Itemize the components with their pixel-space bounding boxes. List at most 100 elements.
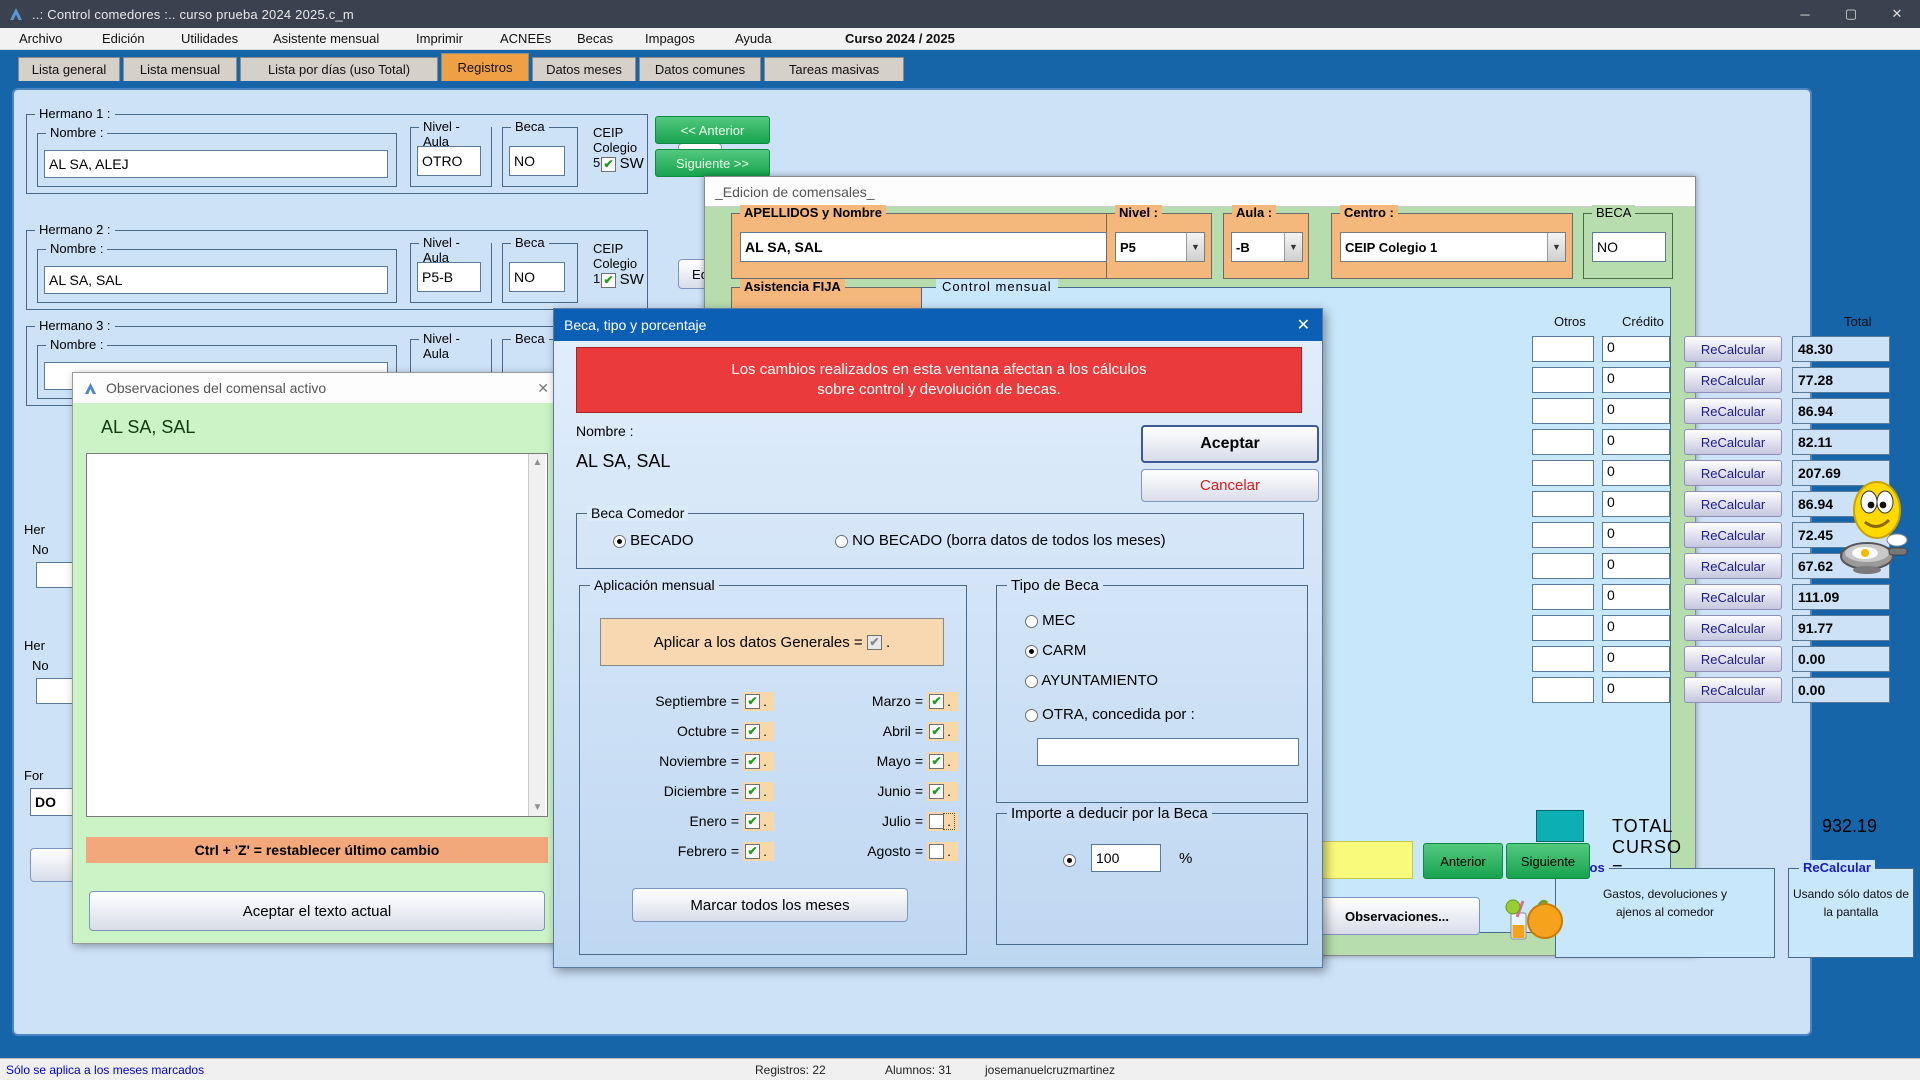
septiembre-checkbox[interactable] [745,694,760,709]
beca-dialog-titlebar[interactable]: Beca, tipo y porcentaje ✕ [554,309,1322,341]
otros-input[interactable] [1532,615,1594,641]
aceptar-texto-button[interactable]: Aceptar el texto actual [89,891,545,931]
otros-input[interactable] [1532,460,1594,486]
otros-input[interactable] [1532,522,1594,548]
hermano2-nivel-aula-input[interactable]: P5-B [417,262,481,292]
otros-input[interactable] [1532,677,1594,703]
otros-input[interactable] [1532,584,1594,610]
menu-utilidades[interactable]: Utilidades [181,31,238,46]
tab-lista-por-dias[interactable]: Lista por días (uso Total) [240,57,438,81]
anterior-button[interactable]: Anterior [1423,843,1503,879]
hermano2-beca-input[interactable]: NO [509,262,565,292]
otros-input[interactable] [1532,553,1594,579]
recalcular-button[interactable]: ReCalcular [1684,553,1782,579]
siguiente-nav-button[interactable]: Siguiente >> [655,149,770,177]
abril-checkbox[interactable] [929,724,944,739]
highlight-field[interactable] [1319,841,1413,879]
credito-input[interactable]: 0 [1602,522,1670,548]
recalcular-button[interactable]: ReCalcular [1684,522,1782,548]
cancelar-button[interactable]: Cancelar [1141,469,1319,502]
recalcular-button[interactable]: ReCalcular [1684,398,1782,424]
otros-input[interactable] [1532,429,1594,455]
credito-input[interactable]: 0 [1602,398,1670,424]
centro-combo[interactable]: CEIP Colegio 1 ▼ [1340,232,1566,262]
tab-lista-general[interactable]: Lista general [18,57,120,81]
observaciones-textarea[interactable] [86,453,548,817]
recalcular-button[interactable]: ReCalcular [1684,491,1782,517]
observaciones-button[interactable]: Observaciones... [1314,897,1480,935]
siguiente-button[interactable]: Siguiente [1506,843,1590,879]
recalcular-button[interactable]: ReCalcular [1684,677,1782,703]
tab-registros[interactable]: Registros [441,53,529,81]
menu-impagos[interactable]: Impagos [645,31,695,46]
aplicar-generales-button[interactable]: Aplicar a los datos Generales = . [600,618,944,666]
tab-lista-mensual[interactable]: Lista mensual [123,57,237,81]
menu-acnees[interactable]: ACNEEs [500,31,551,46]
recalcular-button[interactable]: ReCalcular [1684,584,1782,610]
credito-input[interactable]: 0 [1602,615,1670,641]
edicion-titlebar[interactable]: _Edicion de comensales_ [705,177,1695,207]
credito-input[interactable]: 0 [1602,553,1670,579]
hermano4-input-sliver[interactable] [36,562,74,588]
otros-input[interactable] [1532,336,1594,362]
tab-tareas-masivas[interactable]: Tareas masivas [764,57,904,81]
tab-datos-meses[interactable]: Datos meses [532,57,636,81]
mayo-checkbox[interactable] [929,754,944,769]
becado-radio[interactable] [613,535,626,548]
maximize-button[interactable]: ▢ [1828,0,1874,28]
recalcular-button[interactable]: ReCalcular [1684,460,1782,486]
junio-checkbox[interactable] [929,784,944,799]
observaciones-titlebar[interactable]: Observaciones del comensal activo ✕ [73,373,559,403]
credito-input[interactable]: 0 [1602,646,1670,672]
menu-archivo[interactable]: Archivo [19,31,62,46]
credito-input[interactable]: 0 [1602,584,1670,610]
hermano2-nombre-input[interactable]: AL SA, SAL [44,266,388,294]
importe-radio[interactable] [1063,854,1076,867]
button-sliver[interactable] [30,848,78,882]
menu-becas[interactable]: Becas [577,31,613,46]
agosto-checkbox[interactable] [929,844,944,859]
otra-radio[interactable] [1025,709,1038,722]
carm-radio[interactable] [1025,645,1038,658]
menu-imprimir[interactable]: Imprimir [416,31,463,46]
menu-ayuda[interactable]: Ayuda [735,31,772,46]
scroll-down-icon[interactable]: ▼ [529,799,546,816]
otros-input[interactable] [1532,398,1594,424]
marcar-todos-button[interactable]: Marcar todos los meses [632,888,908,922]
no-becado-radio[interactable] [835,535,848,548]
minimize-button[interactable]: ─ [1782,0,1828,28]
close-icon[interactable]: ✕ [537,380,549,397]
aula-combo[interactable]: -B ▼ [1231,232,1303,262]
credito-input[interactable]: 0 [1602,460,1670,486]
credito-input[interactable]: 0 [1602,677,1670,703]
close-button[interactable]: ✕ [1874,0,1920,28]
nivel-combo[interactable]: P5 ▼ [1115,232,1205,262]
recalcular-button[interactable]: ReCalcular [1684,646,1782,672]
otra-input[interactable] [1037,738,1299,766]
enero-checkbox[interactable] [745,814,760,829]
beca-input[interactable]: NO [1592,232,1666,262]
recalcular-button[interactable]: ReCalcular [1684,336,1782,362]
febrero-checkbox[interactable] [745,844,760,859]
ayuntamiento-radio[interactable] [1025,675,1038,688]
diciembre-checkbox[interactable] [745,784,760,799]
hermano1-nombre-input[interactable]: AL SA, ALEJ [44,150,388,178]
scrollbar[interactable]: ▲ ▼ [528,454,545,816]
chevron-down-icon[interactable]: ▼ [1547,233,1565,261]
chevron-down-icon[interactable]: ▼ [1284,233,1302,261]
recalcular-button[interactable]: ReCalcular [1684,615,1782,641]
importe-input[interactable]: 100 [1091,844,1161,872]
anterior-nav-button[interactable]: << Anterior [655,116,770,144]
forma-input-sliver[interactable]: DO [30,788,76,816]
julio-checkbox[interactable] [929,814,944,829]
hermano1-nivel-aula-input[interactable]: OTRO [417,146,481,176]
credito-input[interactable]: 0 [1602,491,1670,517]
menu-edicion[interactable]: Edición [102,31,145,46]
octubre-checkbox[interactable] [745,724,760,739]
credito-input[interactable]: 0 [1602,367,1670,393]
menu-asistente-mensual[interactable]: Asistente mensual [273,31,379,46]
close-icon[interactable]: ✕ [1297,309,1310,341]
chevron-down-icon[interactable]: ▼ [1186,233,1204,261]
marzo-checkbox[interactable] [929,694,944,709]
aceptar-button[interactable]: Aceptar [1141,425,1319,463]
